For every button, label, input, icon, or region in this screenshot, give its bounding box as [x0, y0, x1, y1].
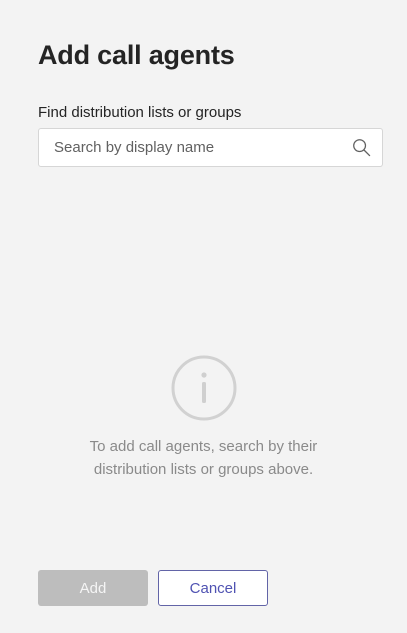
empty-state-message: To add call agents, search by their dist…	[89, 438, 318, 478]
page-title: Add call agents	[38, 40, 235, 70]
search-input[interactable]	[39, 129, 339, 166]
search-field-label: Find distribution lists or groups	[38, 104, 242, 121]
empty-state: To add call agents, search by their dist…	[0, 355, 407, 481]
add-button[interactable]: Add	[38, 570, 148, 606]
info-icon	[171, 355, 236, 421]
search-box[interactable]	[38, 128, 383, 167]
cancel-button[interactable]: Cancel	[158, 570, 268, 606]
search-icon[interactable]	[352, 138, 371, 157]
add-call-agents-panel: Add call agents Find distribution lists …	[0, 0, 407, 633]
